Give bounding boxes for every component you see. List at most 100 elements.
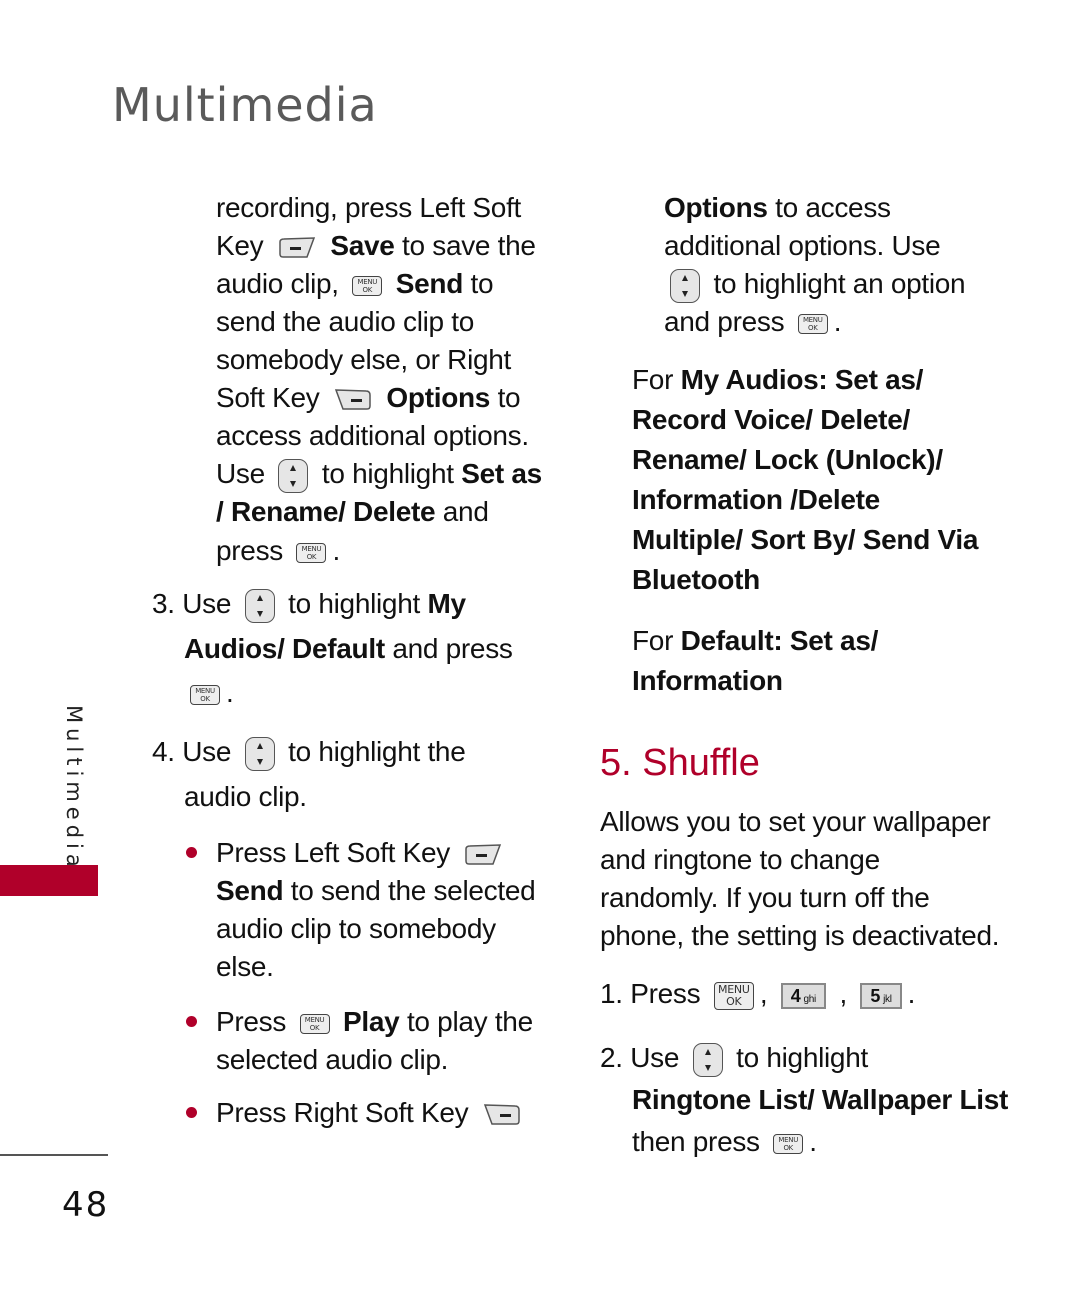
options-line: Rename/ Lock (Unlock)/ [632, 444, 943, 475]
description-line: Allows you to set your wallpaper [600, 806, 991, 837]
text: to highlight an option [713, 268, 966, 299]
menu-ok-key-icon: MENU OK [797, 313, 828, 334]
text-line: selected audio clip. [216, 1041, 448, 1079]
text-bold: / Rename/ Delete [216, 496, 436, 527]
text-line: Audios/ Default and press [184, 630, 513, 668]
text: send the audio clip to [216, 306, 475, 337]
text: to [470, 268, 494, 299]
shuffle-step-2: 2. Use to highlight [600, 1039, 868, 1077]
key-label: OK [200, 694, 210, 703]
menu-ok-key-icon: MENU OK [713, 981, 754, 1010]
bullet-icon [186, 847, 197, 858]
key-5-jkl-icon: 5 jkl [860, 982, 902, 1009]
text: Press [630, 978, 701, 1009]
right-soft-key-icon [334, 388, 371, 410]
text: audio clip. [184, 781, 307, 812]
text: access additional options. [216, 420, 529, 451]
text: Key [216, 230, 264, 261]
footer-divider [0, 1154, 108, 1156]
text: to highlight the [288, 736, 466, 767]
text-line: audio clip. [184, 778, 307, 816]
left-soft-key-icon [279, 236, 315, 258]
text-line: recording, press Left Soft [216, 189, 521, 227]
text: . [332, 535, 340, 566]
key-label: MENU [301, 544, 322, 553]
text: Press [216, 1006, 287, 1037]
key-label: MENU [304, 1015, 325, 1024]
bullet-item: Press Right Soft Key [216, 1094, 528, 1132]
key-label: MENU [195, 686, 215, 695]
nav-up-down-key-icon [278, 458, 309, 493]
key-label: OK [783, 1143, 793, 1152]
text-bold: Set as [461, 458, 542, 489]
text-line: Send to send the selected [216, 872, 536, 910]
text-line: and press MENU OK. [664, 303, 842, 341]
text: Use [216, 458, 265, 489]
side-tab-label: Multimedia [62, 705, 86, 872]
text: to highlight [288, 588, 420, 619]
text: to [497, 382, 521, 413]
text-bold: Send [395, 268, 464, 299]
text-line: Options to access [664, 189, 891, 227]
nav-up-down-key-icon [670, 268, 700, 303]
key-label: MENU [802, 315, 823, 324]
text: . [907, 978, 916, 1009]
key-4-ghi-icon: 4 ghi [780, 982, 826, 1009]
text-line: / Rename/ Delete and [216, 493, 489, 531]
step-3: 3. Use to highlight My [152, 585, 466, 623]
text-bold: Play [343, 1006, 400, 1037]
key-label: jkl [883, 993, 892, 1005]
text-line: access additional options. [216, 417, 529, 455]
text: audio clip, [216, 268, 339, 299]
text: , [759, 978, 768, 1009]
menu-ok-key-icon: MENU OK [299, 1013, 330, 1034]
options-line: For My Audios: Set as/ [632, 361, 923, 399]
nav-up-down-key-icon [692, 1042, 723, 1077]
step-number: 3. [152, 588, 175, 619]
options-line: Information [632, 665, 783, 696]
text-line: somebody else, or Right [216, 341, 511, 379]
key-label: OK [306, 552, 317, 561]
key-label: MENU [778, 1135, 799, 1144]
key-label: OK [807, 323, 818, 332]
text-line: else. [216, 948, 274, 986]
text: audio clip to somebody [216, 913, 496, 944]
key-label: ghi [803, 993, 817, 1005]
text-line: to highlight an option [664, 265, 966, 303]
text-bold: My Audios: Set as/ [680, 364, 924, 395]
text: Press Left Soft Key [216, 837, 450, 868]
text: selected audio clip. [216, 1044, 449, 1075]
options-line: Bluetooth [632, 564, 760, 595]
bullet-item: Press MENU OK Play to play the [216, 1003, 533, 1041]
text: For [632, 625, 674, 656]
description-line: and ringtone to change [600, 844, 880, 875]
text: to highlight [321, 458, 454, 489]
text-bold: Save [330, 230, 395, 261]
text: . [833, 306, 842, 337]
bullet-icon [186, 1016, 197, 1027]
text: Use [630, 1042, 680, 1073]
text: Use [182, 588, 232, 619]
text: to play the [406, 1006, 533, 1037]
bullet-icon [186, 1107, 197, 1118]
step-4: 4. Use to highlight the [152, 733, 466, 771]
text: to save the [402, 230, 536, 261]
text: to highlight [736, 1042, 868, 1073]
text-line: Use to highlight Set as [216, 455, 542, 493]
text-bold: Options [386, 382, 491, 413]
key-label: OK [362, 285, 373, 294]
text: Press Right Soft Key [216, 1097, 469, 1128]
text: and press [664, 306, 785, 337]
side-tab-marker [0, 865, 98, 896]
text-line: Ringtone List/ Wallpaper List [632, 1084, 1009, 1115]
key-label: OK [726, 994, 742, 1008]
text: to access [775, 192, 891, 223]
section-heading: 5. Shuffle [600, 742, 760, 784]
text: else. [216, 951, 274, 982]
nav-up-down-key-icon [244, 736, 275, 771]
text: . [226, 677, 234, 708]
text-line: press MENU OK. [216, 532, 340, 570]
options-line: Record Voice/ Delete/ [632, 404, 910, 435]
options-line: Multiple/ Sort By/ Send Via [632, 524, 979, 555]
step-number: 2. [600, 1042, 623, 1073]
